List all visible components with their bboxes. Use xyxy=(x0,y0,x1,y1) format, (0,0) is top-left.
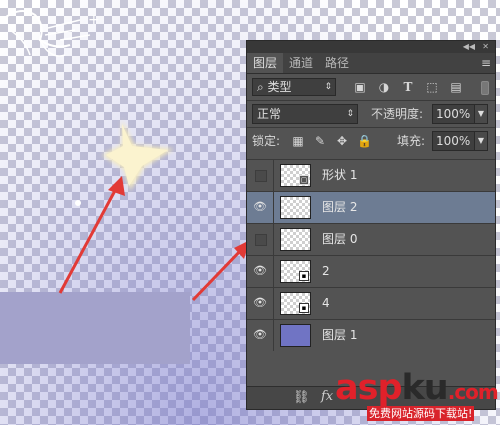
filter-toggle[interactable] xyxy=(481,81,489,95)
opacity-field[interactable]: 100% ▼ xyxy=(432,104,488,124)
eye-icon[interactable]: 👁 xyxy=(253,200,267,214)
blend-row: 正常 ⇕ 不透明度: 100% ▼ xyxy=(247,100,495,127)
divider xyxy=(273,224,274,255)
lock-all-icon[interactable]: 🔒 xyxy=(357,133,372,149)
layer-row-layer1[interactable]: 👁 图层 1 xyxy=(247,319,495,351)
layer-row-layer2[interactable]: 👁 图层 2 xyxy=(247,191,495,223)
close-icon[interactable]: ✕ xyxy=(482,41,489,53)
chevron-updown-icon: ⇕ xyxy=(324,82,332,92)
layer-thumbnail xyxy=(280,196,311,219)
adjustment-icon[interactable]: ◑ xyxy=(377,80,391,94)
filter-kind-label: 类型 xyxy=(267,80,292,94)
fill-value: 100% xyxy=(436,134,471,148)
smart-object-icon[interactable]: ▤ xyxy=(449,80,463,94)
shape-badge-icon: ▢ xyxy=(299,175,309,185)
filter-row: ⌕ 类型 ⇕ ▣ ◑ T ⬚ ▤ xyxy=(247,74,495,100)
layer-name[interactable]: 形状 1 xyxy=(322,160,357,191)
layers-list: ▢ 形状 1 👁 图层 2 图层 0 👁 ▪ 2 👁 ▪ 4 👁 图层 1 xyxy=(247,159,495,351)
eye-icon[interactable]: 👁 xyxy=(253,296,267,310)
image-icon[interactable]: ▣ xyxy=(353,80,367,94)
fx-button[interactable]: fx xyxy=(321,389,333,404)
visibility-toggle-off[interactable] xyxy=(255,234,267,246)
layer-row-shape1[interactable]: ▢ 形状 1 xyxy=(247,159,495,191)
layer-thumbnail xyxy=(280,228,311,251)
fill-field[interactable]: 100% ▼ xyxy=(432,131,488,151)
eye-icon[interactable]: 👁 xyxy=(253,328,267,342)
search-icon: ⌕ xyxy=(257,80,268,94)
layer-name[interactable]: 图层 2 xyxy=(322,192,357,223)
layers-panel: ◀◀ ✕ 图层 通道 路径 ≡ ⌕ 类型 ⇕ ▣ ◑ T ⬚ ▤ 正常 ⇕ 不透… xyxy=(246,40,496,410)
layer-thumbnail xyxy=(280,324,311,347)
blend-mode-select[interactable]: 正常 ⇕ xyxy=(252,104,358,124)
layer-name[interactable]: 图层 1 xyxy=(322,320,357,351)
opacity-value: 100% xyxy=(436,107,471,121)
chevron-down-icon[interactable]: ▼ xyxy=(474,104,488,124)
divider xyxy=(273,288,274,319)
watermark-subtitle: 免费网站源码下载站! xyxy=(367,406,475,421)
panel-tabs: 图层 通道 路径 ≡ xyxy=(247,53,495,74)
fill-label: 填充: xyxy=(397,134,426,148)
smart-object-badge-icon: ▪ xyxy=(299,303,309,313)
blend-mode-value: 正常 xyxy=(257,107,282,121)
watermark-logo: aspku.com 免费网站源码下载站! xyxy=(335,366,500,425)
divider xyxy=(273,192,274,223)
visibility-toggle-off[interactable] xyxy=(255,170,267,182)
lock-label: 锁定: xyxy=(252,134,281,148)
tab-layers[interactable]: 图层 xyxy=(247,53,284,73)
panel-header: ◀◀ ✕ xyxy=(247,41,495,53)
layer-name[interactable]: 图层 0 xyxy=(322,224,357,255)
divider xyxy=(273,256,274,287)
lock-row: 锁定: ▦ ✎ ✥ 🔒 填充: 100% ▼ xyxy=(247,127,495,154)
layer-name[interactable]: 4 xyxy=(322,288,330,319)
layer-name[interactable]: 2 xyxy=(322,256,330,287)
chevron-down-icon[interactable]: ▼ xyxy=(474,131,488,151)
text-icon[interactable]: T xyxy=(401,80,415,94)
lock-brush-icon[interactable]: ✎ xyxy=(313,133,327,149)
layer-row-layer0[interactable]: 图层 0 xyxy=(247,223,495,255)
lock-transparent-icon[interactable]: ▦ xyxy=(291,133,305,149)
filter-kind-select[interactable]: ⌕ 类型 ⇕ xyxy=(252,78,336,96)
smart-object-badge-icon: ▪ xyxy=(299,271,309,281)
layer-thumbnail: ▢ xyxy=(280,164,311,187)
tab-channels[interactable]: 通道 xyxy=(283,53,319,73)
layer-row-2[interactable]: 👁 ▪ 2 xyxy=(247,255,495,287)
layer-thumbnail: ▪ xyxy=(280,292,311,315)
panel-menu-icon[interactable]: ≡ xyxy=(481,55,491,71)
eye-icon[interactable]: 👁 xyxy=(253,264,267,278)
divider xyxy=(273,320,274,351)
layer-thumbnail: ▪ xyxy=(280,260,311,283)
collapse-icon[interactable]: ◀◀ xyxy=(463,41,475,53)
shape-icon[interactable]: ⬚ xyxy=(425,80,439,94)
tab-paths[interactable]: 路径 xyxy=(319,53,355,73)
link-layers-icon[interactable]: ⛓ xyxy=(293,390,310,405)
layer-row-4[interactable]: 👁 ▪ 4 xyxy=(247,287,495,319)
opacity-label: 不透明度: xyxy=(371,107,424,121)
divider xyxy=(273,160,274,191)
lock-move-icon[interactable]: ✥ xyxy=(335,133,349,149)
chevron-updown-icon: ⇕ xyxy=(346,109,354,119)
